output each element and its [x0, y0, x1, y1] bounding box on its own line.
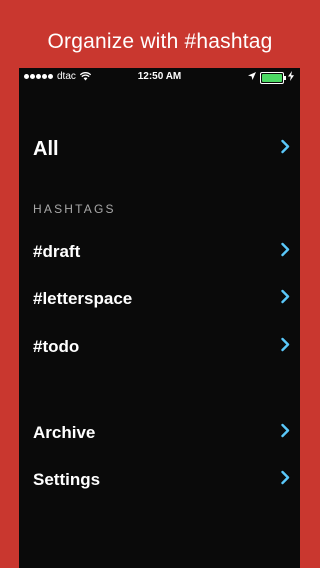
- hashtag-item-letterspace[interactable]: #letterspace: [19, 279, 300, 319]
- hashtag-label: #todo: [33, 337, 80, 356]
- phone-screen: dtac 12:50 AM All HASHTAGS #draft #lette…: [19, 68, 300, 568]
- hashtag-label: #draft: [33, 242, 81, 261]
- menu-item-archive[interactable]: Archive: [19, 413, 300, 453]
- chevron-right-icon: [281, 337, 290, 357]
- chevron-right-icon: [281, 242, 290, 262]
- location-arrow-icon: [248, 72, 256, 83]
- chevron-right-icon: [281, 289, 290, 309]
- charging-icon: [288, 71, 294, 84]
- menu-item-all[interactable]: All: [19, 129, 300, 169]
- hashtag-item-draft[interactable]: #draft: [19, 232, 300, 272]
- hashtag-label: #letterspace: [33, 289, 133, 308]
- menu-item-settings[interactable]: Settings: [19, 460, 300, 500]
- hashtag-item-todo[interactable]: #todo: [19, 327, 300, 367]
- promo-title: Organize with #hashtag: [47, 30, 273, 53]
- hashtags-section-header: HASHTAGS: [33, 202, 116, 216]
- menu-item-archive-label: Archive: [33, 423, 96, 442]
- menu-item-all-label: All: [33, 137, 59, 160]
- status-bar: dtac 12:50 AM: [19, 68, 300, 86]
- battery-icon: [260, 71, 286, 84]
- status-right: [248, 71, 294, 84]
- chevron-right-icon: [281, 423, 290, 443]
- menu-item-settings-label: Settings: [33, 470, 101, 489]
- chevron-right-icon: [281, 139, 290, 159]
- chevron-right-icon: [281, 470, 290, 490]
